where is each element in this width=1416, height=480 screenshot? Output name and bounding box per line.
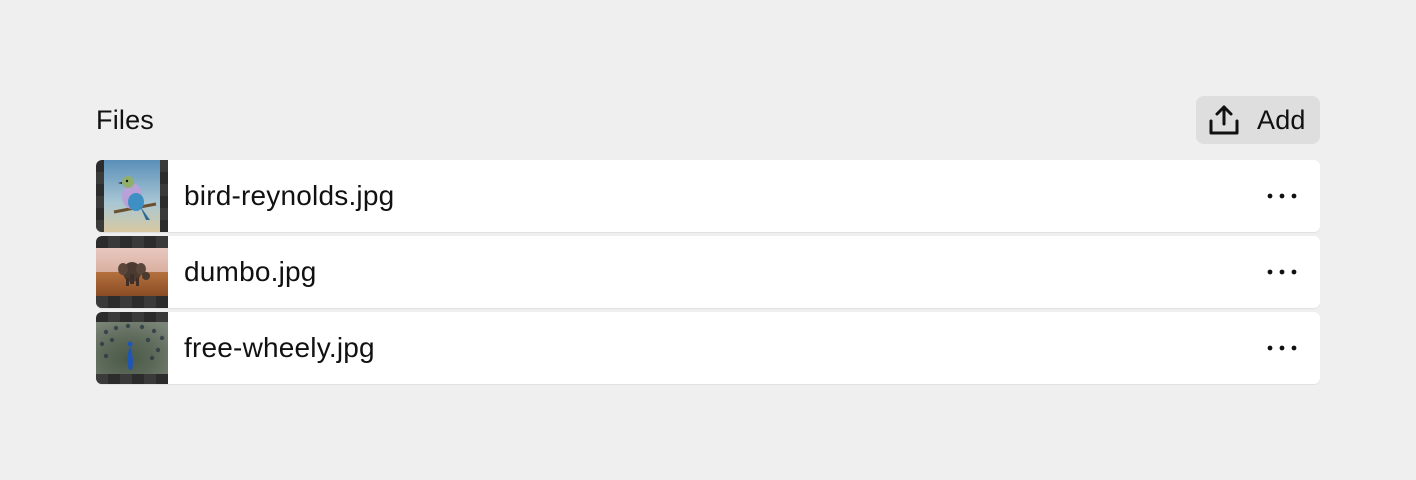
files-header: Files Add: [96, 96, 1320, 144]
bird-thumbnail: [96, 160, 168, 232]
file-name: bird-reynolds.jpg: [184, 180, 395, 211]
more-horizontal-icon[interactable]: [1264, 178, 1300, 214]
file-row[interactable]: bird-reynolds.jpg: [96, 160, 1320, 232]
file-list: bird-reynolds.jpg dumbo.jpg free-wheely.…: [96, 160, 1320, 384]
more-horizontal-icon[interactable]: [1264, 330, 1300, 366]
peacock-thumbnail: [96, 312, 168, 384]
add-button-label: Add: [1257, 104, 1306, 135]
add-file-button[interactable]: Add: [1196, 96, 1320, 144]
elephant-thumbnail: [96, 236, 168, 308]
files-panel: Files Add bird-reynolds.jpg dumbo.jpg fr…: [96, 96, 1320, 384]
files-title: Files: [96, 104, 155, 135]
file-name: free-wheely.jpg: [184, 332, 375, 363]
upload-icon: [1207, 103, 1241, 137]
more-horizontal-icon[interactable]: [1264, 254, 1300, 290]
file-name: dumbo.jpg: [184, 256, 317, 287]
file-row[interactable]: dumbo.jpg: [96, 236, 1320, 308]
file-row[interactable]: free-wheely.jpg: [96, 312, 1320, 384]
